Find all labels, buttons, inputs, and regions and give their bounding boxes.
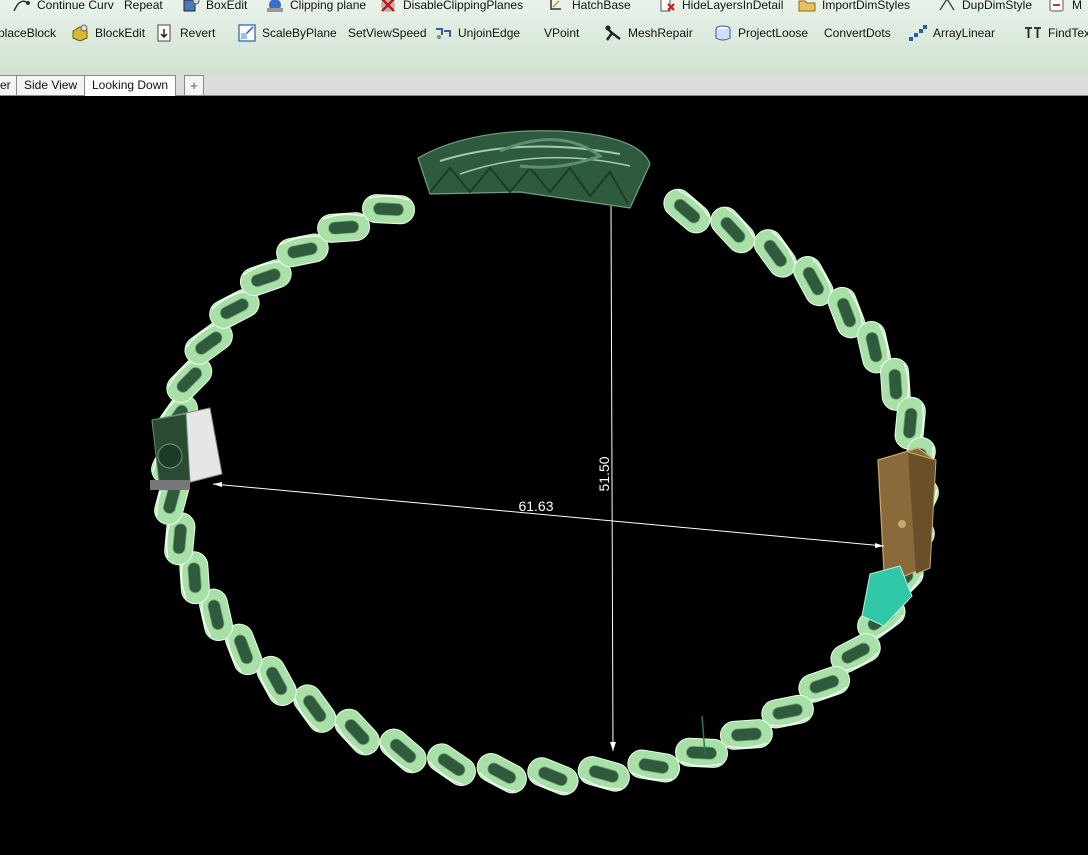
3d-viewport[interactable]: 61.63 51.50 (0, 96, 1088, 855)
hide-layers-in-detail-button[interactable]: HideLayersInDetail (657, 0, 783, 17)
vpoint-label: VPoint (544, 26, 580, 40)
toolbar-row-2: placeBlock BlockEdit Revert ScaleByPlane… (0, 21, 1088, 45)
tab-partial-label: er (0, 78, 11, 92)
chain-link (427, 743, 476, 786)
mesh-repair-icon (603, 23, 623, 43)
hatch-base-label: HatchBase (572, 0, 631, 12)
command-toolbar: Continue Curv Repeat BoxEdit Clipping pl… (0, 0, 1088, 75)
convert-dots-button[interactable]: ConvertDots (824, 21, 891, 45)
repeat-button[interactable]: Repeat (124, 0, 163, 17)
import-dim-styles-label: ImportDimStyles (822, 0, 911, 12)
chain-link (675, 737, 728, 768)
unjoin-edge-button[interactable]: UnjoinEdge (433, 21, 520, 45)
scale-by-plane-icon (237, 23, 257, 43)
scale-by-plane-button[interactable]: ScaleByPlane (237, 21, 337, 45)
continue-curve-label: Continue Curv (37, 0, 114, 12)
hatch-base-icon (547, 0, 567, 15)
tab-side-view[interactable]: Side View (16, 75, 86, 95)
unjoin-edge-label: UnjoinEdge (458, 26, 521, 40)
disable-clipping-planes-label: DisableClippingPlanes (403, 0, 524, 12)
clipping-plane-button[interactable]: Clipping plane (265, 0, 366, 17)
dup-dim-style-label: DupDimStyle (962, 0, 1033, 12)
chain-link (362, 194, 415, 225)
find-text-button[interactable]: FindTex (1023, 21, 1088, 45)
project-loose-button[interactable]: ProjectLoose (713, 21, 808, 45)
chain-link (317, 212, 371, 243)
add-tab-icon: + (190, 78, 198, 93)
disable-clipping-planes-button[interactable]: DisableClippingPlanes (378, 0, 523, 17)
replace-block-label: placeBlock (0, 26, 57, 40)
right-clasp (861, 447, 937, 627)
horizontal-dimension-label: 61.63 (518, 498, 553, 514)
block-edit-button[interactable]: BlockEdit (70, 21, 145, 45)
mesh-repair-button[interactable]: MeshRepair (603, 21, 693, 45)
more-label: M (1072, 0, 1082, 12)
box-edit-button[interactable]: BoxEdit (181, 0, 247, 17)
chain-link (334, 708, 380, 756)
viewport-scene: 61.63 51.50 (150, 130, 939, 796)
array-linear-label: ArrayLinear (933, 26, 996, 40)
chain-link (379, 728, 427, 774)
revert-icon (155, 23, 175, 43)
disable-clipping-icon (378, 0, 398, 15)
set-view-speed-label: SetViewSpeed (348, 26, 427, 40)
find-text-label: FindTex (1048, 26, 1088, 40)
chain-link (710, 206, 756, 254)
vertical-dimension-label: 51.50 (596, 456, 612, 491)
set-view-speed-button[interactable]: SetViewSpeed (348, 21, 427, 45)
project-loose-label: ProjectLoose (738, 26, 809, 40)
chain-link (527, 757, 579, 796)
array-linear-icon (908, 23, 928, 43)
block-edit-label: BlockEdit (95, 26, 146, 40)
unjoin-edge-icon (433, 23, 453, 43)
more-icon (1047, 0, 1067, 15)
chain-link (476, 753, 527, 794)
hide-layers-icon (657, 0, 677, 15)
repeat-label: Repeat (124, 0, 163, 12)
continue-curve-button[interactable]: Continue Curv (12, 0, 114, 17)
tab-looking-down-label: Looking Down (92, 78, 169, 92)
tab-looking-down[interactable]: Looking Down (84, 75, 177, 96)
dup-dim-style-button[interactable]: DupDimStyle (937, 0, 1032, 17)
project-loose-icon (713, 23, 733, 43)
chain-bracelet (151, 188, 939, 796)
hatch-base-button[interactable]: HatchBase (547, 0, 631, 17)
find-text-icon (1023, 23, 1043, 43)
toolbar-row-1: Continue Curv Repeat BoxEdit Clipping pl… (0, 0, 1088, 17)
chain-link (577, 756, 630, 792)
chain-link (663, 188, 711, 234)
viewport-tab-bar: er Side View Looking Down + (0, 75, 1088, 96)
clipping-plane-label: Clipping plane (290, 0, 367, 12)
top-decoration (417, 130, 651, 209)
hide-layers-in-detail-label: HideLayersInDetail (682, 0, 784, 12)
dimension-arrow-bottom (610, 742, 616, 751)
tab-side-view-label: Side View (24, 78, 78, 92)
dimensions: 61.63 51.50 (212, 205, 885, 752)
left-end-cap (150, 407, 223, 491)
import-dim-styles-button[interactable]: ImportDimStyles (797, 0, 910, 17)
add-tab-button[interactable]: + (184, 75, 204, 95)
vpoint-button[interactable]: VPoint (544, 21, 579, 45)
revert-button[interactable]: Revert (155, 21, 215, 45)
box-edit-icon (181, 0, 201, 15)
mesh-repair-label: MeshRepair (628, 26, 693, 40)
continue-curve-icon (12, 0, 32, 15)
box-edit-label: BoxEdit (206, 0, 248, 12)
convert-dots-label: ConvertDots (824, 26, 891, 40)
chain-link (719, 719, 773, 750)
block-edit-icon (70, 23, 90, 43)
chain-link (627, 749, 681, 783)
horizontal-dimension-line (212, 483, 885, 547)
dup-dim-style-icon (937, 0, 957, 15)
scale-by-plane-label: ScaleByPlane (262, 26, 337, 40)
replace-block-button[interactable]: placeBlock (0, 21, 56, 45)
more-button[interactable]: M (1047, 0, 1082, 17)
import-dim-styles-icon (797, 0, 817, 15)
revert-label: Revert (180, 26, 216, 40)
array-linear-button[interactable]: ArrayLinear (908, 21, 995, 45)
clipping-plane-icon (265, 0, 285, 15)
